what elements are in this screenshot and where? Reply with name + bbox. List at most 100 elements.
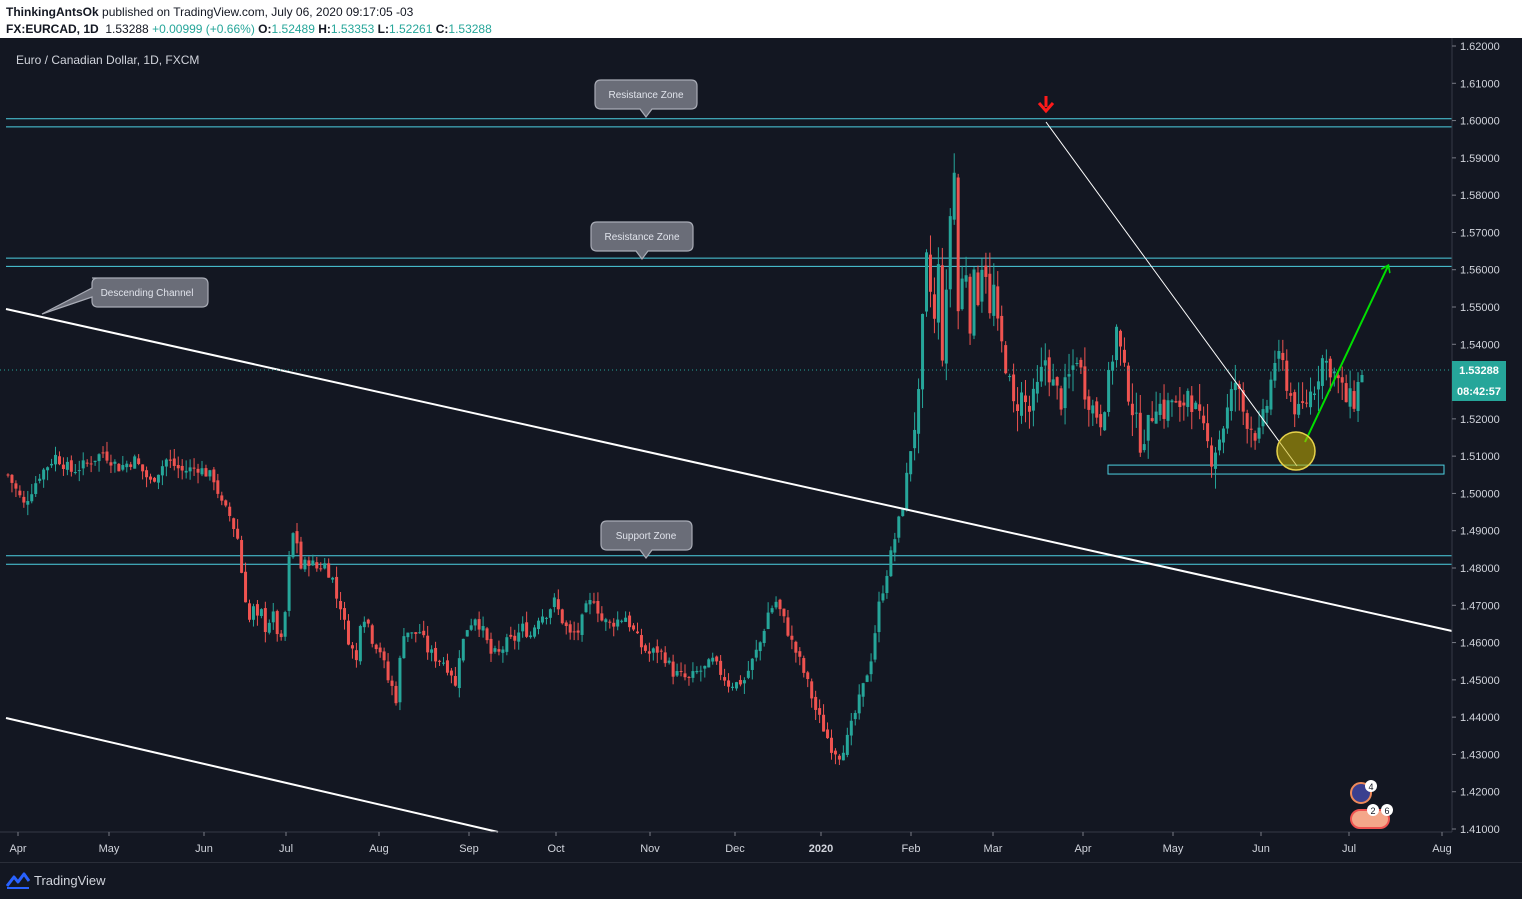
candle-body [1043, 360, 1047, 366]
candle-body [1079, 359, 1083, 368]
price-axis[interactable]: 1.62000 1.61000 1.60000 1.59000 1.58000 1.570… [1451, 38, 1500, 836]
candle-body [837, 755, 841, 760]
channel-upper-line[interactable] [5, 308, 1453, 632]
event-badges[interactable]: 4 2 6 [1350, 780, 1393, 829]
x-tick-label: May [1163, 843, 1184, 855]
candle-body [343, 608, 347, 620]
candle-body [849, 720, 853, 736]
time-axis[interactable]: Apr May Jun Jul Aug Sep Oct Nov Dec 2020 Feb Mar Apr… [0, 831, 1452, 855]
candle-body [18, 490, 22, 496]
highlight-circle[interactable] [1276, 431, 1316, 471]
candle-body [57, 456, 61, 465]
candle-body [1297, 403, 1301, 415]
candle-body [109, 462, 113, 466]
candle-body [810, 681, 814, 699]
tradingview-logo-icon[interactable] [6, 872, 30, 890]
candle-body [275, 611, 279, 635]
candle-body [540, 616, 544, 623]
candle-body [529, 635, 533, 638]
overlays-layer [5, 96, 1453, 833]
price-chart[interactable]: Resistance Zone Resistance Zone Support … [0, 38, 1522, 862]
candle-body [1027, 405, 1031, 412]
candle-body [564, 622, 568, 627]
y-tick-label: 1.47000 [1460, 600, 1500, 612]
candle-body [1146, 414, 1150, 441]
candle-body [358, 626, 362, 662]
candle-body [727, 680, 731, 687]
price-tag-value: 1.53288 [1459, 365, 1499, 377]
candle-body [184, 470, 188, 473]
candle-body [988, 273, 992, 314]
candle-body [1075, 362, 1079, 364]
candle-body [814, 696, 818, 710]
channel-lower-line[interactable] [5, 717, 499, 833]
candle-body [1312, 393, 1316, 395]
candle-body [133, 456, 137, 469]
tradingview-brand[interactable]: TradingView [34, 873, 106, 888]
candle-body [362, 621, 366, 628]
candle-body [568, 624, 572, 633]
candle-body [414, 632, 418, 634]
callout-support[interactable]: Support Zone [600, 520, 693, 559]
candle-body [42, 469, 46, 480]
y-tick-label: 1.54000 [1460, 339, 1500, 351]
candle-body [921, 313, 925, 390]
candle-body [54, 454, 58, 465]
candle-body [833, 750, 837, 755]
candle-body [1138, 412, 1142, 453]
candle-body [152, 477, 156, 482]
candle-body [212, 469, 216, 483]
candle-body [244, 571, 248, 603]
candle-body [1051, 379, 1055, 386]
x-tick-label: Apr [1074, 843, 1091, 855]
x-tick-label: Jun [195, 843, 213, 855]
candle-body [1162, 399, 1166, 419]
candle-body [30, 494, 34, 502]
candle-body [818, 708, 822, 715]
candle-body [802, 658, 806, 673]
candle-body [168, 459, 172, 461]
price-change: +0.00999 (+0.66%) [152, 22, 255, 36]
candle-body [172, 458, 176, 466]
consolidation-zone[interactable] [1107, 464, 1445, 475]
y-tick-label: 1.58000 [1460, 190, 1500, 202]
candle-body [176, 464, 180, 469]
candle-body [145, 470, 149, 478]
candle-body [1277, 351, 1281, 359]
candle-body [667, 660, 671, 663]
candle-body [1067, 374, 1071, 377]
candle-body [129, 464, 133, 467]
publish-line: ThinkingAntsOk published on TradingView.… [6, 5, 413, 19]
candle-body [1206, 423, 1210, 442]
author-name[interactable]: ThinkingAntsOk [6, 5, 99, 19]
candle-body [572, 631, 576, 633]
callout-resistance-mid[interactable]: Resistance Zone [590, 221, 694, 260]
candle-body [180, 465, 184, 471]
y-tick-label: 1.55000 [1460, 302, 1500, 314]
candle-body [857, 694, 861, 714]
candle-body [374, 644, 378, 650]
candle-body [762, 630, 766, 644]
open-value: 1.52489 [271, 22, 315, 36]
candle-body [1198, 404, 1202, 411]
badge-count-1: 4 [1368, 782, 1373, 792]
low-label: L: [377, 22, 389, 36]
callout-channel[interactable]: Descending Channel [41, 277, 209, 315]
target-arrow[interactable] [1304, 266, 1388, 443]
candle-body [715, 656, 719, 662]
candle-body [441, 662, 445, 664]
callout-resistance-top[interactable]: Resistance Zone [594, 79, 698, 118]
candle-body [635, 631, 639, 634]
candle-body [1095, 401, 1099, 418]
candle-body [556, 599, 560, 610]
candle-body [948, 216, 952, 290]
candle-body [1289, 393, 1293, 396]
candle-body [928, 254, 932, 292]
candle-body [426, 635, 430, 653]
candle-body [1031, 388, 1035, 411]
candle-body [897, 516, 901, 538]
down-arrow-icon [1037, 96, 1055, 114]
candle-body [453, 675, 457, 686]
candle-body [26, 501, 30, 505]
candle-body [248, 603, 252, 620]
